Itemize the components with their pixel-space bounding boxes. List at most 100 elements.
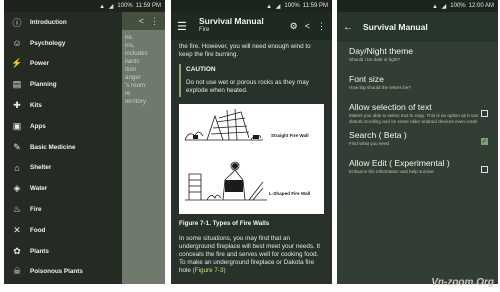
setting-texts: Font size How big should the letters be? xyxy=(349,74,488,91)
setting-texts: Allow Edit ( Experimental ) Enhance the i… xyxy=(349,158,481,175)
battery-level: 100% xyxy=(450,3,466,9)
chapter-subtitle: Fire xyxy=(199,27,210,33)
setting-title: Allow Edit ( Experimental ) xyxy=(349,158,450,168)
body-paragraph: In some situations, you may find that an… xyxy=(179,235,324,275)
share-icon[interactable]: < xyxy=(305,21,310,32)
drawer-item-shelter[interactable]: ⌂ Shelter xyxy=(4,158,122,179)
setting-title: Search ( Beta ) xyxy=(349,130,407,140)
setting-texts: Day/Night theme Should I be dark or light… xyxy=(349,46,488,63)
settings-gear-icon[interactable]: ⚙ xyxy=(290,21,298,32)
drawer-item-planning[interactable]: ▤ Planning xyxy=(4,74,122,95)
plant-icon: ✿ xyxy=(13,245,21,256)
checkbox-checked[interactable]: ✓ xyxy=(481,138,488,145)
background-line: 's room xyxy=(125,82,146,89)
background-line: ition xyxy=(125,66,137,73)
setting-title: Font size xyxy=(349,74,384,84)
drawer-item-apps[interactable]: ▣ Apps xyxy=(4,116,122,137)
setting-summary: Makes you able to select text to copy. T… xyxy=(349,113,479,124)
clock: 11:59 PM xyxy=(135,3,161,9)
setting-texts: Allow selection of text Makes you able to… xyxy=(349,102,481,124)
app-title: Survival Manual xyxy=(199,16,264,26)
drawer-item-label: Plants xyxy=(30,247,49,255)
setting-search-beta[interactable]: Search ( Beta ) Find what you need ✓ xyxy=(337,126,498,154)
background-line: ire. xyxy=(125,34,134,41)
settings-list: Day/Night theme Should I be dark or light… xyxy=(337,42,498,182)
share-icon: < xyxy=(138,16,144,26)
drawer-item-label: Kits xyxy=(30,102,42,110)
back-arrow-icon[interactable]: ← xyxy=(343,22,363,33)
brain-icon: ☺ xyxy=(12,38,22,49)
setting-summary: How big should the letters be? xyxy=(349,85,411,90)
setting-summary: Find what you need xyxy=(349,141,390,146)
drawer-item-label: Water xyxy=(30,185,48,193)
drawer-item-water[interactable]: ◈ Water xyxy=(4,178,122,199)
kit-icon: ✚ xyxy=(13,100,21,111)
setting-font-size[interactable]: Font size How big should the letters be? xyxy=(337,70,498,98)
drawer-item-fire[interactable]: ♨ Fire xyxy=(4,199,122,220)
drawer-item-poisonous-plants[interactable]: ☠ Poisonous Plants xyxy=(4,262,122,283)
setting-allow-edit-experimental[interactable]: Allow Edit ( Experimental ) Enhance the i… xyxy=(337,154,498,182)
food-icon: ✕ xyxy=(13,224,21,235)
status-bar: ▲ ◢ 100% 11:59 PM xyxy=(171,0,332,12)
battery-level: 100% xyxy=(117,3,133,9)
power-icon: ⚡ xyxy=(11,58,23,69)
battery-level: 100% xyxy=(284,3,300,9)
info-icon: ⓘ xyxy=(12,17,22,28)
background-toolbar: < ⋮ xyxy=(122,12,165,30)
drawer-item-label: Power xyxy=(30,60,49,68)
setting-texts: Search ( Beta ) Find what you need xyxy=(349,130,481,147)
phone-drawer-screen: ▲ ◢ 100% 11:59 PM < ⋮ ire. ins, includes il… xyxy=(4,0,165,284)
background-line: ilants xyxy=(125,58,140,65)
setting-title: Allow selection of text xyxy=(349,102,432,112)
background-line: anger xyxy=(125,74,141,81)
drawer-item-label: Food xyxy=(30,226,46,234)
clock: 11:59 PM xyxy=(302,3,328,9)
setting-title: Day/Night theme xyxy=(349,46,414,56)
background-line: ins, xyxy=(125,42,135,49)
drawer-item-label: Basic Medicine xyxy=(30,143,76,151)
toolbar-actions: ⚙ < ⋮ xyxy=(290,21,326,32)
figure-label-straight: Straight Fire Wall xyxy=(271,133,309,138)
background-line: includes xyxy=(125,50,148,57)
checkbox[interactable] xyxy=(481,110,488,117)
drawer-item-label: Apps xyxy=(30,122,46,130)
setting-day-night-theme[interactable]: Day/Night theme Should I be dark or light… xyxy=(337,42,498,70)
setting-allow-selection-of-text[interactable]: Allow selection of text Makes you able to… xyxy=(337,98,498,126)
checkbox[interactable] xyxy=(481,166,488,173)
drawer-item-label: Planning xyxy=(30,81,57,89)
caution-title: CAUTION xyxy=(186,66,216,73)
background-line: territory xyxy=(125,98,146,105)
menu-icon[interactable]: ☰ xyxy=(177,20,199,33)
fire-walls-figure: Straight Fire Wall L-Shaped Fire Wall xyxy=(179,104,324,214)
clipboard-icon: ▤ xyxy=(12,79,22,90)
setting-summary: Enhance the information and help survive xyxy=(349,169,434,174)
drawer-item-kits[interactable]: ✚ Kits xyxy=(4,95,122,116)
drawer-item-food[interactable]: ✕ Food xyxy=(4,220,122,241)
toolbar-titles: Survival Manual Fire xyxy=(199,17,290,35)
watermark: Vn-zoom.Org xyxy=(431,277,494,288)
drawer-item-psychology[interactable]: ☺ Psychology xyxy=(4,33,122,54)
status-bar: ▲ ◢ 100% 12:00 AM xyxy=(337,0,498,12)
caution-text: Do not use wet or porous rocks as they m… xyxy=(186,79,309,94)
drawer-item-plants[interactable]: ✿ Plants xyxy=(4,241,122,262)
drawer-item-introduction[interactable]: ⓘ Introduction xyxy=(4,12,122,33)
figure-label-l-shaped: L-Shaped Fire Wall xyxy=(269,191,311,196)
signal-icon: ▲ ◢ xyxy=(99,3,115,10)
signal-icon: ▲ ◢ xyxy=(266,3,282,10)
drawer-item-label: Poisonous Plants xyxy=(30,268,83,276)
phone-settings-screen: ▲ ◢ 100% 12:00 AM ← Survival Manual Day/… xyxy=(337,0,498,284)
caution-box: CAUTION Do not use wet or porous rocks a… xyxy=(179,64,324,97)
water-icon: ◈ xyxy=(13,183,21,194)
drawer-item-power[interactable]: ⚡ Power xyxy=(4,54,122,75)
overflow-menu-icon[interactable]: ⋮ xyxy=(317,21,326,32)
setting-summary: Should I be dark or light? xyxy=(349,57,401,62)
apps-icon: ▣ xyxy=(12,120,22,131)
settings-title: Survival Manual xyxy=(363,22,428,32)
settings-toolbar: ← Survival Manual xyxy=(337,12,498,42)
dimmed-content: < ⋮ ire. ins, includes ilants ition anger's r… xyxy=(122,12,165,284)
status-bar: ▲ ◢ 100% 11:59 PM xyxy=(4,0,165,12)
phone-manual-screen: ▲ ◢ 100% 11:59 PM ☰ Survival Manual Fire… xyxy=(171,0,332,284)
drawer-item-basic-medicine[interactable]: ✎ Basic Medicine xyxy=(4,137,122,158)
manual-content: the fire. However, you will need enough … xyxy=(171,40,332,278)
figure-link[interactable]: (Figure 7-3) xyxy=(193,267,226,274)
